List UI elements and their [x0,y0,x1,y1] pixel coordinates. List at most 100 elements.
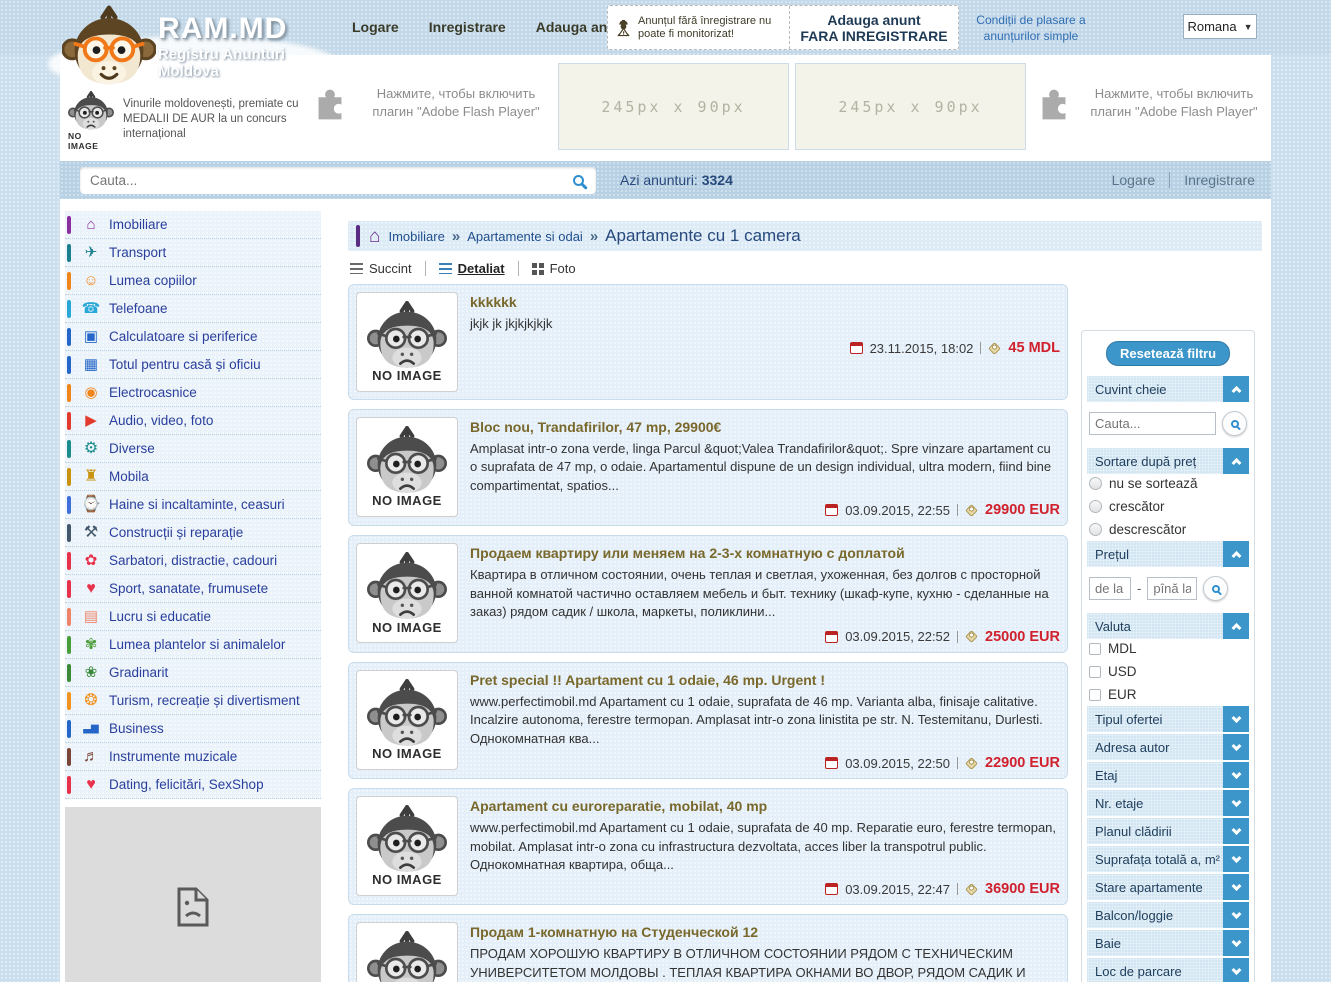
radio-button-icon[interactable] [1089,500,1102,513]
filter-section-header[interactable]: Planul clădirii [1087,818,1249,844]
sidebar-category-item[interactable]: ☺ Lumea copiilor [65,267,321,295]
price-to-input[interactable] [1147,577,1197,600]
price-from-input[interactable] [1089,577,1131,600]
sidebar-category-item[interactable]: ♥ Sport, sanatate, frumusete [65,575,321,603]
breadcrumb-link[interactable]: Apartamente si odai [467,229,583,244]
listing-thumbnail[interactable]: NO IMAGE [356,417,458,517]
sidebar-category-item[interactable]: ▤ Lucru si educatie [65,603,321,631]
filter-section-header[interactable]: Baie [1087,930,1249,956]
listing-thumbnail[interactable]: NO IMAGE [356,543,458,643]
expand-button[interactable] [1223,818,1249,844]
view-mode-tab[interactable]: Detaliat [425,261,505,276]
listing-card[interactable]: NO IMAGE Продаем квартиру или меняем на … [348,535,1068,652]
currency-option[interactable]: MDL [1089,641,1247,656]
listing-title[interactable]: kkkkkk [470,294,1060,310]
expand-button[interactable] [1223,846,1249,872]
ad-placeholder-1[interactable]: 245px x 90px [558,63,789,150]
listing-card[interactable]: NO IMAGE Pret special !! Apartament cu 1… [348,662,1068,779]
currency-option[interactable]: USD [1089,664,1247,679]
sidebar-category-item[interactable]: ▃▆ Business [65,715,321,743]
listing-card[interactable]: NO IMAGE Продам 1-комнатную на Студенчес… [348,914,1068,982]
top-nav-link[interactable]: Logare [352,19,399,35]
listing-card[interactable]: NO IMAGE Bloc nou, Trandafirilor, 47 mp,… [348,409,1068,526]
filter-section-header[interactable]: Cuvint cheie [1087,376,1249,402]
filter-section-header[interactable]: Etaj [1087,762,1249,788]
listing-card[interactable]: NO IMAGE kkkkkk jkjk jk jkjkjkjkjk 23.11… [348,284,1068,400]
filter-section-header[interactable]: Prețul [1087,541,1249,567]
sort-option[interactable]: descrescător [1089,522,1247,537]
sort-option[interactable]: nu se sortează [1089,476,1247,491]
keyword-search-button[interactable] [1222,411,1247,436]
flash-plugin-placeholder[interactable]: Нажмите, чтобы включить плагин "Adobe Fl… [1036,85,1268,121]
listing-thumbnail[interactable]: NO IMAGE [356,292,458,392]
view-mode-tab[interactable]: Foto [518,261,576,276]
sidebar-category-item[interactable]: ⚒ Construcții și reparație [65,519,321,547]
listing-title[interactable]: Продам 1-комнатную на Студенческой 12 [470,924,1060,940]
top-nav-link[interactable]: Inregistrare [429,19,506,35]
sidebar-category-item[interactable]: ✈ Transport [65,239,321,267]
sidebar-category-item[interactable]: ❀ Gradinarit [65,659,321,687]
listing-card[interactable]: NO IMAGE Apartament cu euroreparatie, mo… [348,788,1068,905]
collapse-button[interactable] [1223,613,1249,639]
sort-option[interactable]: crescător [1089,499,1247,514]
sidebar-category-item[interactable]: ❂ Turism, recreație și divertisment [65,687,321,715]
listing-thumbnail[interactable]: NO IMAGE [356,796,458,896]
sidebar-category-item[interactable]: ♬ Instrumente muzicale [65,743,321,771]
listing-title[interactable]: Продаем квартиру или меняем на 2-3-х ком… [470,545,1060,561]
expand-button[interactable] [1223,902,1249,928]
filter-section-header[interactable]: Adresa autor [1087,734,1249,760]
filter-section-header[interactable]: Sortare după preț [1087,448,1249,474]
sidebar-category-item[interactable]: ✾ Lumea plantelor si animalelor [65,631,321,659]
expand-button[interactable] [1223,706,1249,732]
expand-button[interactable] [1223,930,1249,956]
radio-button-icon[interactable] [1089,523,1102,536]
expand-button[interactable] [1223,790,1249,816]
search-icon[interactable] [573,175,584,186]
filter-section-header[interactable]: Stare apartamente [1087,874,1249,900]
filter-section-header[interactable]: Balcon/loggie [1087,902,1249,928]
collapse-button[interactable] [1223,448,1249,474]
sidebar-category-item[interactable]: ♥ Dating, felicitări, SexShop [65,771,321,799]
sidebar-category-item[interactable]: ✿ Sarbatori, distractie, cadouri [65,547,321,575]
collapse-button[interactable] [1223,376,1249,402]
flash-plugin-placeholder[interactable]: Нажмите, чтобы включить плагин "Adobe Fl… [312,85,556,121]
listing-thumbnail[interactable]: NO IMAGE [356,922,458,982]
listing-title[interactable]: Bloc nou, Trandafirilor, 47 mp, 29900€ [470,419,1060,435]
language-selector[interactable]: Romana ▼ [1183,14,1257,39]
sidebar-category-item[interactable]: ▣ Calculatoare si periferice [65,323,321,351]
promo-listing[interactable]: NO IMAGE Vinurile moldovenești, premiate… [68,91,330,151]
expand-button[interactable] [1223,874,1249,900]
sidebar-category-item[interactable]: ▦ Totul pentru casă și oficiu [65,351,321,379]
filter-section-header[interactable]: Valuta [1087,613,1249,639]
expand-button[interactable] [1223,762,1249,788]
collapse-button[interactable] [1223,541,1249,567]
filter-section-header[interactable]: Loc de parcare [1087,958,1249,982]
sidebar-category-item[interactable]: ☎ Telefoane [65,295,321,323]
checkbox-icon[interactable] [1089,643,1101,655]
sidebar-category-item[interactable]: ♜ Mobila [65,463,321,491]
sidebar-category-item[interactable]: ⌂ Imobiliare [65,211,321,239]
filter-section-header[interactable]: Suprafața totală a, m² [1087,846,1249,872]
filter-section-header[interactable]: Tipul ofertei [1087,706,1249,732]
checkbox-icon[interactable] [1089,666,1101,678]
checkbox-icon[interactable] [1089,689,1101,701]
expand-button[interactable] [1223,958,1249,982]
view-mode-tab[interactable]: Succint [350,261,412,276]
reset-filter-button[interactable]: Resetează filtru [1106,341,1230,366]
sidebar-category-item[interactable]: ⚙ Diverse [65,435,321,463]
currency-option[interactable]: EUR [1089,687,1247,702]
site-logo[interactable]: RAM.MD Registru Anunturi Moldova [60,2,318,94]
placement-conditions-link[interactable]: Condiții de plasare a anunțurilor simple [962,13,1100,44]
listing-title[interactable]: Apartament cu euroreparatie, mobilat, 40… [470,798,1060,814]
sidebar-category-item[interactable]: ▶ Audio, video, foto [65,407,321,435]
breadcrumb-link[interactable]: Imobiliare [388,229,444,244]
add-listing-no-registration-button[interactable]: Adauga anunt FARA INREGISTRARE [789,6,958,49]
search-input[interactable] [80,173,573,188]
sidebar-category-item[interactable]: ◉ Electrocasnice [65,379,321,407]
auth-link[interactable]: Logare [1112,172,1156,188]
sidebar-category-item[interactable]: ⌚ Haine si incaltaminte, ceasuri [65,491,321,519]
radio-button-icon[interactable] [1089,477,1102,490]
listing-thumbnail[interactable]: NO IMAGE [356,670,458,770]
expand-button[interactable] [1223,734,1249,760]
filter-section-header[interactable]: Nr. etaje [1087,790,1249,816]
